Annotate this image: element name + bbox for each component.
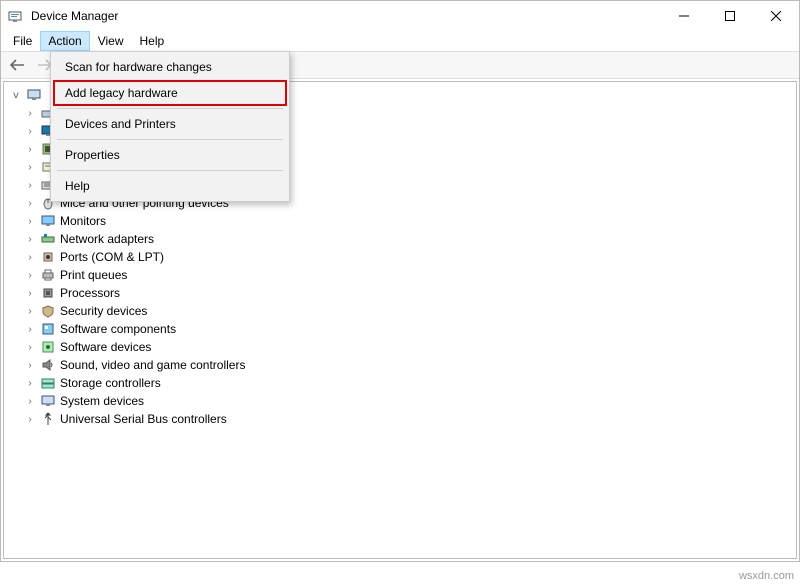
menu-separator (57, 108, 283, 109)
chevron-right-icon[interactable]: › (24, 108, 36, 119)
chevron-right-icon[interactable]: › (24, 270, 36, 281)
window-buttons (661, 1, 799, 31)
processor-icon (40, 285, 56, 301)
menu-help[interactable]: Help (132, 31, 173, 51)
tree-item-label: Universal Serial Bus controllers (60, 412, 227, 426)
menu-item-devices-and-printers[interactable]: Devices and Printers (53, 111, 287, 137)
tree-item[interactable]: › Processors (4, 284, 796, 302)
chevron-right-icon[interactable]: › (24, 288, 36, 299)
monitor-icon (40, 213, 56, 229)
tree-item-label: Sound, video and game controllers (60, 358, 245, 372)
menu-separator (57, 139, 283, 140)
tree-item[interactable]: › Sound, video and game controllers (4, 356, 796, 374)
action-menu-dropdown: Scan for hardware changesAdd legacy hard… (50, 51, 290, 202)
network-icon (40, 231, 56, 247)
chevron-right-icon[interactable]: › (24, 234, 36, 245)
tree-item[interactable]: › Monitors (4, 212, 796, 230)
tree-item[interactable]: › Print queues (4, 266, 796, 284)
software-dev-icon (40, 339, 56, 355)
chevron-right-icon[interactable]: › (24, 306, 36, 317)
tree-item[interactable]: › Ports (COM & LPT) (4, 248, 796, 266)
window-title: Device Manager (31, 9, 118, 23)
printer-icon (40, 267, 56, 283)
chevron-right-icon[interactable]: › (24, 126, 36, 137)
tree-item-label: Network adapters (60, 232, 154, 246)
tree-item[interactable]: › Storage controllers (4, 374, 796, 392)
tree-item[interactable]: › Universal Serial Bus controllers (4, 410, 796, 428)
chevron-right-icon[interactable]: › (24, 414, 36, 425)
tree-item-label: Storage controllers (60, 376, 161, 390)
tree-item-label: Processors (60, 286, 120, 300)
menu-item-properties[interactable]: Properties (53, 142, 287, 168)
maximize-button[interactable] (707, 1, 753, 31)
back-button[interactable] (5, 54, 29, 76)
chevron-right-icon[interactable]: › (24, 360, 36, 371)
tree-item[interactable]: › Network adapters (4, 230, 796, 248)
menubar: FileActionViewHelp (1, 31, 799, 51)
tree-item-label: Security devices (60, 304, 147, 318)
tree-item[interactable]: › Software components (4, 320, 796, 338)
system-icon (40, 393, 56, 409)
port-icon (40, 249, 56, 265)
chevron-right-icon[interactable]: › (24, 324, 36, 335)
tree-item-label: Software devices (60, 340, 151, 354)
storage-icon (40, 375, 56, 391)
sound-icon (40, 357, 56, 373)
usb-icon (40, 411, 56, 427)
menu-item-scan-for-hardware-changes[interactable]: Scan for hardware changes (53, 54, 287, 80)
tree-item-label: Software components (60, 322, 176, 336)
menu-item-help[interactable]: Help (53, 173, 287, 199)
menu-view[interactable]: View (90, 31, 132, 51)
tree-item-label: Monitors (60, 214, 106, 228)
tree-item-label: Ports (COM & LPT) (60, 250, 164, 264)
software-comp-icon (40, 321, 56, 337)
close-button[interactable] (753, 1, 799, 31)
minimize-button[interactable] (661, 1, 707, 31)
security-icon (40, 303, 56, 319)
chevron-right-icon[interactable]: › (24, 180, 36, 191)
tree-item[interactable]: › Security devices (4, 302, 796, 320)
chevron-right-icon[interactable]: › (24, 396, 36, 407)
chevron-right-icon[interactable]: › (24, 252, 36, 263)
watermark: wsxdn.com (739, 570, 794, 582)
menu-file[interactable]: File (5, 31, 40, 51)
chevron-right-icon[interactable]: › (24, 342, 36, 353)
menu-item-add-legacy-hardware[interactable]: Add legacy hardware (53, 80, 287, 106)
computer-icon (26, 87, 42, 103)
tree-item[interactable]: › Software devices (4, 338, 796, 356)
chevron-down-icon[interactable]: ⅴ (10, 90, 22, 101)
chevron-right-icon[interactable]: › (24, 144, 36, 155)
chevron-right-icon[interactable]: › (24, 216, 36, 227)
tree-item-label: System devices (60, 394, 144, 408)
tree-item-label: Print queues (60, 268, 127, 282)
app-icon (7, 8, 23, 24)
chevron-right-icon[interactable]: › (24, 378, 36, 389)
menu-separator (57, 170, 283, 171)
titlebar: Device Manager (1, 1, 799, 31)
menu-action[interactable]: Action (40, 31, 89, 51)
tree-item[interactable]: › System devices (4, 392, 796, 410)
chevron-right-icon[interactable]: › (24, 162, 36, 173)
chevron-right-icon[interactable]: › (24, 198, 36, 209)
